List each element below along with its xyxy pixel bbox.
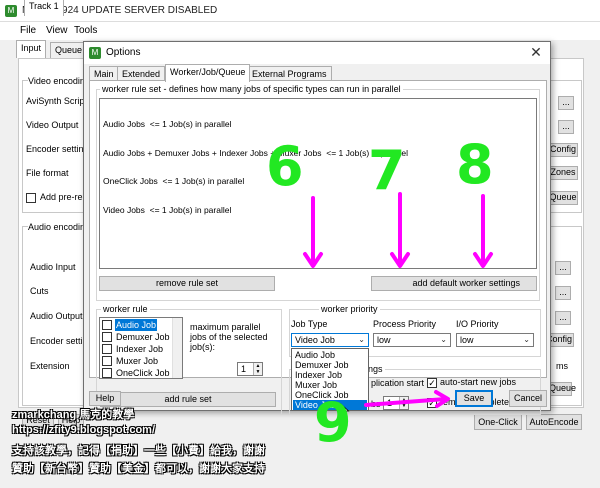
arrow-to-save (364, 397, 448, 407)
annotation-digit-8: 8 (456, 133, 494, 196)
annotation-digit-9: 9 (314, 391, 352, 454)
watermark-line-3: 支持該教學，記得【捐助】一些【小費】給我，謝謝 (12, 445, 265, 457)
annotation-digit-7: 7 (368, 139, 406, 202)
annotation-digit-6: 6 (266, 135, 304, 198)
watermark-line-2: https://zfity9.blogspot.com/ (12, 424, 155, 436)
watermark-line-4: 贊助【新台幣】贊助【美金】都可以，謝謝大家支持 (12, 463, 265, 475)
watermark-line-1: zmarkchang 馬克的教學 (12, 409, 135, 421)
